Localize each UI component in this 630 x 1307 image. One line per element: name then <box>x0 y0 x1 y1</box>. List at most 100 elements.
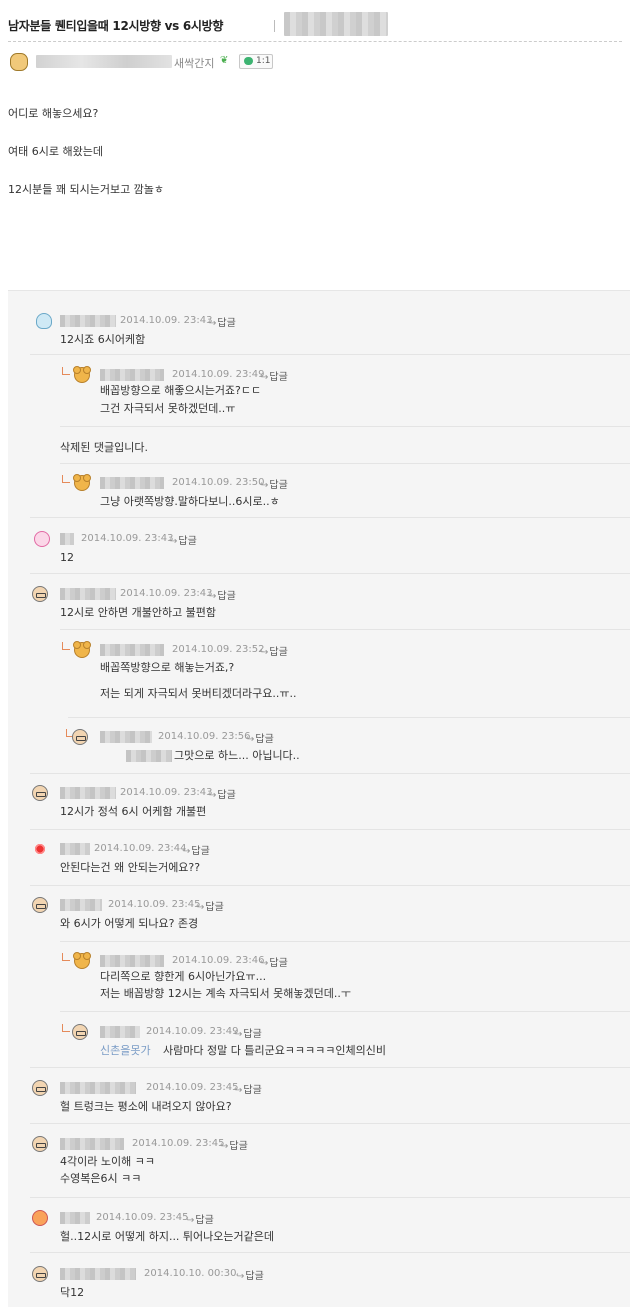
comment-divider <box>30 1123 630 1124</box>
comment-text: 12 <box>60 551 74 564</box>
commenter-name-blurred[interactable] <box>60 1268 136 1280</box>
reply-arrow-icon: ↪ <box>234 1085 243 1096</box>
commenter-name-blurred[interactable] <box>60 315 116 327</box>
reply-button[interactable]: ↪답글 <box>208 314 236 329</box>
bear-icon <box>73 474 91 491</box>
grandpa-icon <box>72 729 88 745</box>
reply-arrow-icon: ↪ <box>260 480 269 491</box>
comment-date: 2014.10.09. 23:43 <box>120 787 213 798</box>
commenter-name-blurred[interactable] <box>60 843 90 855</box>
reply-arrow-icon: ↪ <box>220 1141 229 1152</box>
sprout-icon: ❦ <box>220 55 229 66</box>
bear-icon <box>73 952 91 969</box>
commenter-name-blurred[interactable] <box>100 477 164 489</box>
comment-divider <box>30 573 630 574</box>
comment-text: 12시죠 6시어케함 <box>60 333 146 346</box>
reply-button[interactable]: ↪답글 <box>196 898 224 913</box>
commenter-name-blurred[interactable] <box>100 1026 140 1038</box>
comment-text: 안된다는건 왜 안되는거에요?? <box>60 861 201 874</box>
comment-date: 2014.10.09. 23:43 <box>81 533 174 544</box>
cafe-name-blurred[interactable] <box>284 12 388 36</box>
grandpa-icon <box>32 1136 48 1152</box>
commenter-name-blurred[interactable] <box>60 787 116 799</box>
reply-button[interactable]: ↪답글 <box>260 368 288 383</box>
author-name-blurred[interactable] <box>36 55 172 68</box>
commenter-name-blurred[interactable] <box>100 644 164 656</box>
commenter-name-blurred[interactable] <box>100 731 152 743</box>
mention-blurred[interactable] <box>126 750 172 762</box>
grandpa-icon <box>32 1266 48 1282</box>
reply-arrow-icon: ↪ <box>246 734 255 745</box>
comment-divider <box>60 1011 630 1012</box>
comment-text: 12시로 안하면 개불안하고 불편함 <box>60 606 217 619</box>
commenter-name-blurred[interactable] <box>60 899 102 911</box>
comment-divider <box>30 1197 630 1198</box>
comment-date: 2014.10.09. 23:44 <box>94 843 187 854</box>
bear-icon <box>73 641 91 658</box>
reply-button[interactable]: ↪답글 <box>220 1137 248 1152</box>
commenter-name-blurred[interactable] <box>60 533 74 545</box>
comment-text: 그냥 아랫쪽방향.말하다보니..6시로..ㅎ <box>100 495 280 508</box>
reply-button[interactable]: ↪답글 <box>234 1081 262 1096</box>
post-body-line: 어디로 해놓으세요? <box>8 107 99 120</box>
reply-arrow-icon: ↪ <box>208 591 217 602</box>
comment-divider <box>30 773 630 774</box>
comment-divider <box>60 426 630 427</box>
commenter-name-blurred[interactable] <box>60 1138 124 1150</box>
comment-date: 2014.10.09. 23:43 <box>120 588 213 599</box>
comment-text: 수영복은6시 ㅋㅋ <box>60 1172 142 1185</box>
commenter-name-blurred[interactable] <box>60 588 116 600</box>
reply-indent-icon <box>62 1024 70 1032</box>
comment-text: 사람마다 정말 다 틀리군요ㅋㅋㅋㅋㅋ인체의신비 <box>163 1044 387 1057</box>
title-separator <box>274 20 275 32</box>
reply-arrow-icon: ↪ <box>208 790 217 801</box>
comment-divider <box>60 463 630 464</box>
comment-text: 배꼽방향으로 해좋으시는거죠?ㄷㄷ <box>100 384 262 397</box>
reply-button[interactable]: ↪답글 <box>169 532 197 547</box>
grandpa-icon <box>32 586 48 602</box>
commenter-name-blurred[interactable] <box>100 955 164 967</box>
comment-date: 2014.10.09. 23:52 <box>172 644 265 655</box>
commenter-name-blurred[interactable] <box>60 1082 136 1094</box>
reply-button[interactable]: ↪답글 <box>246 730 274 745</box>
comment-text: 헐..12시로 어떻게 하지... 튀어나오는거같은데 <box>60 1230 275 1243</box>
commenter-name-blurred[interactable] <box>100 369 164 381</box>
mention-link[interactable]: 신촌을못가 <box>100 1041 151 1060</box>
reply-button[interactable]: ↪답글 <box>186 1211 214 1226</box>
comment-date: 2014.10.09. 23:45 <box>96 1212 189 1223</box>
post-header: 남자분들 퀜티입을때 12시방향 vs 6시방향 <box>8 8 622 42</box>
fire-icon <box>32 1210 48 1226</box>
reply-button[interactable]: ↪답글 <box>260 476 288 491</box>
reply-arrow-icon: ↪ <box>182 846 191 857</box>
grandpa-icon <box>32 897 48 913</box>
bear-icon <box>73 366 91 383</box>
post-title[interactable]: 남자분들 퀜티입을때 12시방향 vs 6시방향 <box>8 17 223 34</box>
comment-text: 12시가 정석 6시 어케함 개불편 <box>60 805 207 818</box>
comment-date: 2014.10.09. 23:45 <box>132 1138 225 1149</box>
author-row: 새싹간지 ❦ 1:1 <box>8 52 622 72</box>
reply-button[interactable]: ↪답글 <box>234 1025 262 1040</box>
comment-text: 와 6시가 어떻게 되나요? 존경 <box>60 917 199 930</box>
comment-date: 2014.10.09. 23:43 <box>120 315 213 326</box>
grandpa-icon <box>32 1080 48 1096</box>
comment-text: 저는 배꼽방향 12시는 계속 자극되서 못해놓겠던데..ㅜ <box>100 987 351 1000</box>
reply-button[interactable]: ↪답글 <box>208 587 236 602</box>
reply-arrow-icon: ↪ <box>236 1271 245 1282</box>
chat-badge-button[interactable]: 1:1 <box>239 54 273 69</box>
reply-button[interactable]: ↪답글 <box>182 842 210 857</box>
chat-badge-label: 1:1 <box>256 56 271 66</box>
comment-divider <box>30 885 630 886</box>
post-body-line: 12시분들 꽤 되시는거보고 깜놀ㅎ <box>8 183 165 196</box>
comment-divider <box>60 629 630 630</box>
reply-indent-icon <box>62 367 70 375</box>
bulb-icon <box>36 313 52 329</box>
comment-date: 2014.10.09. 23:49 <box>146 1026 239 1037</box>
post-body: 어디로 해놓으세요? 여태 6시로 해왔는데 12시분들 꽤 되시는거보고 깜놀… <box>8 104 618 218</box>
commenter-name-blurred[interactable] <box>60 1212 90 1224</box>
comment-date: 2014.10.09. 23:50 <box>172 477 265 488</box>
reply-button[interactable]: ↪답글 <box>260 643 288 658</box>
reply-button[interactable]: ↪답글 <box>236 1267 264 1282</box>
reply-arrow-icon: ↪ <box>234 1029 243 1040</box>
reply-button[interactable]: ↪답글 <box>208 786 236 801</box>
comment-date: 2014.10.09. 23:45 <box>146 1082 239 1093</box>
